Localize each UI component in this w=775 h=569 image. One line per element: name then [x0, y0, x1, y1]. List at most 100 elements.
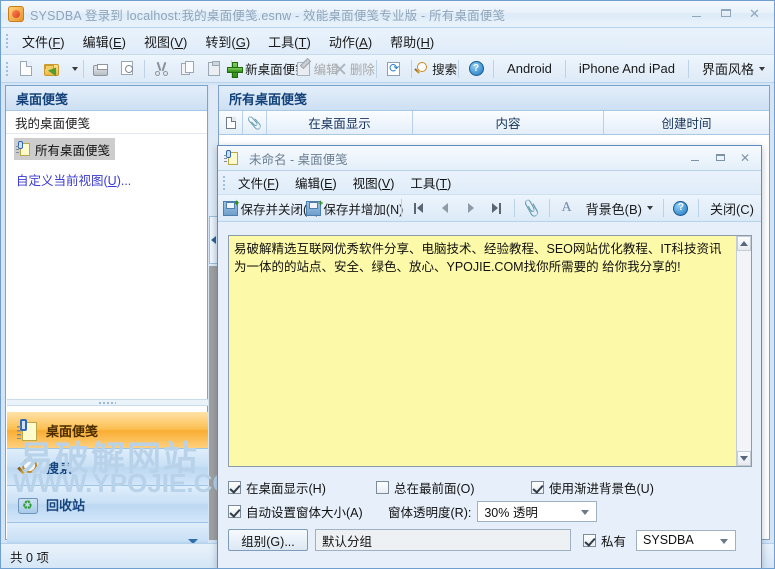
user-select[interactable]: SYSDBA	[636, 529, 737, 551]
note-scrollbar[interactable]	[736, 236, 751, 466]
new-button[interactable]	[14, 57, 38, 81]
paste-button[interactable]	[202, 57, 226, 81]
menu-tools[interactable]: 工具(T)	[259, 29, 320, 54]
refresh-icon	[386, 61, 402, 77]
edit-note-button[interactable]: 编辑	[296, 57, 339, 81]
group-value-field[interactable]: 默认分组	[315, 529, 571, 551]
background-color-button[interactable]: 背景色(B)	[580, 196, 659, 220]
dialog-toolbar-separator	[400, 199, 402, 217]
attachment-button[interactable]: 📎	[520, 196, 544, 220]
sidebar-item-all-notes[interactable]: 所有桌面便笺	[14, 138, 116, 160]
font-button[interactable]: A	[555, 196, 579, 220]
open-button[interactable]	[40, 57, 64, 81]
nav-resize-grip[interactable]	[7, 399, 208, 406]
scroll-down-button[interactable]	[737, 451, 751, 466]
menu-goto[interactable]: 转到(G)	[196, 29, 259, 54]
print-icon	[93, 61, 109, 77]
iphone-ipad-button[interactable]: iPhone And iPad	[570, 57, 684, 81]
dialog-close-text-button[interactable]: 关闭(C)	[703, 196, 761, 220]
group-button[interactable]: 组别(G)...	[228, 529, 308, 551]
menu-grip[interactable]	[4, 33, 11, 49]
page-icon	[225, 116, 236, 129]
search-button[interactable]: 搜索	[417, 57, 457, 81]
dialog-menu-edit[interactable]: 编辑(E)	[287, 171, 345, 194]
sidebar-item-recycle-bin[interactable]: 回收站	[7, 486, 208, 523]
auto-size-checkbox[interactable]: 自动设置窗体大小(A)	[228, 502, 388, 521]
search-icon-large	[17, 457, 37, 477]
toolbar-grip[interactable]	[4, 61, 11, 77]
dialog-help-button[interactable]: ?	[669, 196, 693, 220]
new-note-button[interactable]: 新桌面便笺	[227, 57, 308, 81]
cut-icon	[154, 61, 170, 77]
maximize-button[interactable]	[712, 4, 739, 22]
android-button[interactable]: Android	[498, 57, 561, 81]
dialog-menu-tools[interactable]: 工具(T)	[402, 171, 459, 194]
prev-record-icon	[437, 201, 452, 216]
close-button[interactable]: ✕	[741, 4, 768, 22]
show-on-desktop-label: 在桌面显示(H)	[246, 481, 326, 496]
skin-button[interactable]: 界面风格	[693, 57, 774, 81]
options-row-3: 组别(G)... 默认分组 私有 SYSDBA	[228, 526, 752, 554]
dialog-menu-view[interactable]: 视图(V)	[345, 171, 403, 194]
column-header-content[interactable]: 内容	[413, 111, 604, 134]
customize-view-link[interactable]: 自定义当前视图(U)...	[16, 170, 207, 189]
cut-button[interactable]	[150, 57, 174, 81]
options-row-2: 自动设置窗体大小(A) 窗体透明度(R): 30% 透明	[228, 498, 752, 524]
gradient-background-checkbox[interactable]: 使用渐进背景色(U)	[531, 478, 654, 497]
delete-note-button[interactable]: 删除	[337, 57, 375, 81]
next-record-button[interactable]	[459, 196, 483, 220]
column-header-icon[interactable]	[219, 111, 243, 134]
dialog-menu-grip[interactable]	[221, 175, 228, 191]
last-record-button[interactable]	[485, 196, 509, 220]
menu-edit[interactable]: 编辑(E)	[74, 29, 135, 54]
copy-button[interactable]	[176, 57, 200, 81]
column-header-created-time[interactable]: 创建时间	[604, 111, 769, 134]
save-add-icon: +	[306, 199, 323, 216]
note-editor[interactable]: 易破解精选互联网优秀软件分享、电脑技术、经验教程、SEO网站优化教程、IT科技资…	[228, 235, 752, 467]
sidebar-item-search[interactable]: 搜索	[7, 449, 208, 486]
first-record-icon	[411, 201, 426, 216]
menu-file[interactable]: 文件(F)	[13, 29, 74, 54]
always-on-top-checkbox[interactable]: 总在最前面(O)	[376, 478, 531, 497]
print-button[interactable]	[89, 57, 113, 81]
menu-view[interactable]: 视图(V)	[135, 29, 196, 54]
opacity-label: 窗体透明度(R):	[388, 505, 472, 520]
nav-button-label: 回收站	[46, 497, 86, 513]
help-button[interactable]: ?	[464, 57, 488, 81]
search-label: 搜索	[432, 63, 458, 77]
scroll-up-icon	[740, 241, 748, 246]
first-record-button[interactable]	[407, 196, 431, 220]
nav-tree: 所有桌面便笺 自定义当前视图(U)...	[6, 134, 207, 189]
opacity-select[interactable]: 30% 透明	[477, 500, 598, 522]
column-header-attachment[interactable]: 📎	[243, 111, 267, 134]
menu-actions[interactable]: 动作(A)	[320, 29, 381, 54]
options-row-1: 在桌面显示(H) 总在最前面(O) 使用渐进背景色(U)	[228, 476, 752, 498]
sidebar-item-desktop-notes[interactable]: 桌面便笺	[7, 412, 208, 449]
delete-x-icon	[333, 62, 347, 76]
user-value: SYSDBA	[643, 533, 694, 547]
minimize-button[interactable]	[683, 4, 710, 22]
save-and-add-button[interactable]: + 保存并增加(N)	[306, 196, 403, 220]
attachment-icon: 📎	[247, 115, 262, 130]
scroll-up-button[interactable]	[737, 236, 751, 251]
open-dropdown-button[interactable]	[66, 57, 78, 81]
refresh-button[interactable]	[382, 57, 406, 81]
always-on-top-label: 总在最前面(O)	[394, 481, 475, 496]
main-toolbar: 新桌面便笺 编辑 删除 搜索 ? Android iPhone And iPad…	[1, 55, 774, 83]
save-and-close-button[interactable]: ✦ 保存并关闭(S)	[223, 196, 320, 220]
dialog-menu-file[interactable]: 文件(F)	[230, 171, 287, 194]
print-preview-button[interactable]	[115, 57, 139, 81]
column-header-show-on-desktop[interactable]: 在桌面显示	[267, 111, 413, 134]
status-text: 共 0 项	[10, 550, 49, 565]
chevron-down-icon	[759, 66, 766, 71]
dialog-minimize-button[interactable]	[684, 149, 706, 166]
prev-record-button[interactable]	[433, 196, 457, 220]
note-text[interactable]: 易破解精选互联网优秀软件分享、电脑技术、经验教程、SEO网站优化教程、IT科技资…	[229, 236, 736, 466]
private-checkbox[interactable]: 私有	[583, 531, 626, 550]
menu-help[interactable]: 帮助(H)	[381, 29, 443, 54]
show-on-desktop-checkbox[interactable]: 在桌面显示(H)	[228, 478, 376, 497]
window-controls: ✕	[683, 4, 768, 22]
toolbar-separator	[458, 59, 460, 78]
dialog-maximize-button[interactable]	[709, 149, 731, 166]
dialog-close-button[interactable]: ✕	[734, 149, 756, 166]
